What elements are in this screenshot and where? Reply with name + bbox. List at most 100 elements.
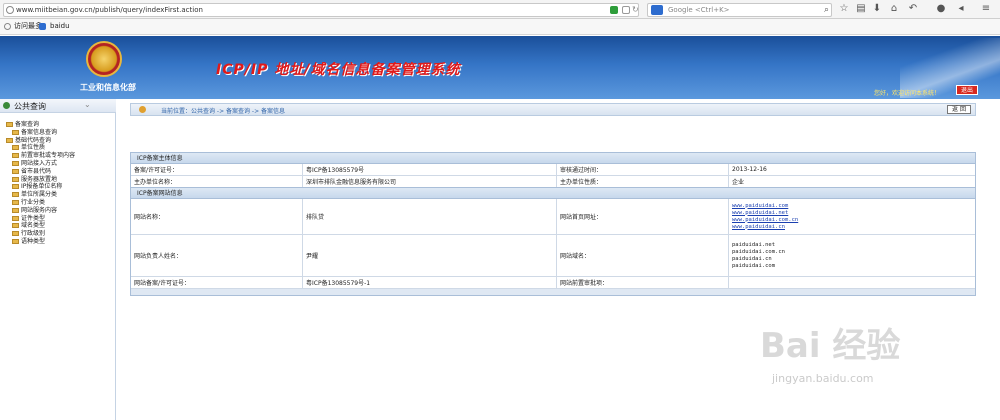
domain-list: paiduidai.net paiduidai.com.cn paiduidai… [729, 235, 975, 276]
license-label: 备案/许可证号： [131, 164, 303, 175]
homepage-link[interactable]: www.paiduidai.com [732, 203, 788, 210]
query-icon [3, 102, 10, 109]
url-text: www.miitbeian.gov.cn/publish/query/index… [16, 6, 203, 14]
sidebar-item-label: 语种类型 [21, 238, 46, 245]
watermark-url: jingyan.baidu.com [772, 372, 874, 385]
sidebar-item[interactable]: 省市县代码 [12, 168, 51, 176]
settings-icon [4, 23, 11, 30]
domain-item: paiduidai.com [732, 262, 776, 269]
search-box[interactable]: Google <Ctrl+K> ⌕ [647, 3, 832, 17]
panel-title: ICP备案主体信息 [131, 153, 975, 164]
site-name-label: 网站名称： [131, 199, 303, 234]
folder-icon [12, 153, 19, 159]
preapproval-label: 网站前置审批项： [557, 277, 729, 288]
sidebar-header[interactable]: 公共查询 ⌄ [0, 99, 116, 113]
search-engine-icon[interactable] [651, 5, 663, 15]
sidebar-item-label: 网站服务内容 [21, 206, 58, 214]
address-bar[interactable]: www.miitbeian.gov.cn/publish/query/index… [3, 3, 639, 17]
site-license-label: 网站备案/许可证号： [131, 277, 303, 288]
sidebar-item-label: IP报备单位名称 [21, 183, 63, 191]
sidebar-item-label: 单位所属分类 [21, 191, 58, 199]
homepage-label: 网站首页网址： [557, 199, 729, 234]
table-row: 网站负责人姓名： 尹耀 网站域名： paiduidai.net paiduida… [131, 235, 975, 277]
sidebar-item[interactable]: 前置审批或专项内容 [12, 152, 75, 160]
sidebar-item[interactable]: 备案查询 [6, 121, 39, 129]
homepage-link[interactable]: www.paiduidai.cn [732, 224, 785, 231]
addon-icon[interactable]: ◂ [955, 3, 967, 15]
folder-icon [12, 184, 19, 190]
site-license-value: 粤ICP备13085579号-1 [303, 277, 557, 288]
breadcrumb: 当前位置：公共查询 -> 备案查询 -> 备案信息 [130, 103, 976, 116]
folder-icon [6, 137, 13, 143]
sidebar-item[interactable]: 网站服务内容 [12, 207, 57, 215]
location-icon [139, 106, 146, 113]
folder-icon [12, 192, 19, 198]
owner-value: 尹耀 [303, 235, 557, 276]
sidebar-item[interactable]: 备案信息查询 [12, 129, 57, 137]
folder-icon [12, 231, 19, 237]
icp-site-panel: ICP备案网站信息 网站名称： 排队贷 网站首页网址： www.paiduida… [130, 187, 976, 296]
clipboard-icon[interactable]: ▤ [855, 3, 867, 15]
sidebar-item-label: 省市县代码 [21, 167, 52, 175]
sidebar-item[interactable]: 行政级别 [12, 230, 45, 238]
shield-icon[interactable] [610, 6, 618, 14]
sidebar-item-label: 单位性质 [21, 144, 46, 152]
collapse-icon[interactable]: ⌄ [84, 100, 91, 109]
sidebar-title: 公共查询 [14, 102, 46, 111]
sidebar-item-label: 备案查询 [15, 121, 40, 128]
preapproval-value [729, 277, 975, 288]
folder-icon [12, 129, 19, 135]
home-icon[interactable]: ⌂ [888, 3, 900, 15]
bookmark-most-visited[interactable]: 访问最多 [14, 19, 42, 34]
sidebar-item-label: 服务器放置地 [21, 175, 58, 183]
sidebar-item-label: 行政级别 [21, 230, 46, 238]
sidebar-item-label: 行业分类 [21, 199, 46, 206]
menu-icon[interactable]: ≡ [980, 3, 992, 15]
ministry-name: 工业和信息化部 [80, 83, 136, 92]
domain-item: paiduidai.net [732, 241, 776, 248]
undo-icon[interactable]: ↶ [907, 3, 919, 15]
national-emblem-icon [86, 41, 122, 77]
owner-label: 网站负责人姓名： [131, 235, 303, 276]
star-icon[interactable]: ☆ [838, 3, 850, 15]
user-icon[interactable]: ● [935, 3, 947, 15]
dropdown-icon[interactable] [622, 6, 630, 14]
sidebar-item[interactable]: 行业分类 [12, 199, 45, 207]
homepage-link[interactable]: www.paiduidai.net [732, 210, 788, 217]
sidebar-item-label: 证件类型 [21, 214, 46, 222]
folder-icon [12, 145, 19, 151]
folder-icon [12, 161, 19, 166]
magnifier-icon[interactable]: ⌕ [824, 4, 829, 16]
folder-icon [6, 122, 13, 127]
sidebar-item-label: 域名类型 [21, 222, 46, 230]
table-row: 网站名称： 排队贷 网站首页网址： www.paiduidai.com www.… [131, 199, 975, 235]
exit-button[interactable]: 退出 [956, 85, 978, 95]
system-title: ICP/IP 地址/域名信息备案管理系统 [216, 62, 461, 78]
breadcrumb-text: 当前位置：公共查询 -> 备案查询 -> 备案信息 [161, 108, 286, 115]
welcome-text: 您好，欢迎访问本系统！ [874, 90, 941, 97]
sidebar-item[interactable]: 网站接入方式 [12, 160, 57, 168]
folder-icon [12, 176, 19, 182]
folder-icon [12, 200, 19, 205]
approval-time-value: 2013-12-16 [732, 166, 767, 173]
sidebar-item[interactable]: 单位所属分类 [12, 191, 57, 199]
baidu-watermark: Bai 经验 [760, 326, 901, 366]
org-name-label: 主办单位名称： [131, 176, 303, 187]
folder-icon [12, 207, 19, 213]
download-icon[interactable]: ⬇ [871, 3, 883, 15]
search-placeholder: Google <Ctrl+K> [668, 6, 730, 14]
sidebar-item[interactable]: 语种类型 [12, 238, 45, 246]
domain-item: paiduidai.com.cn [732, 248, 785, 255]
homepage-link[interactable]: www.paiduidai.com.cn [732, 217, 798, 224]
panel-title: ICP备案网站信息 [131, 188, 975, 199]
site-name-value: 排队贷 [303, 199, 557, 234]
baidu-icon [39, 23, 46, 30]
refresh-icon[interactable]: ↻ [632, 6, 640, 14]
sidebar-item-label: 前置审批或专项内容 [21, 152, 76, 160]
folder-icon [12, 168, 19, 174]
bookmark-baidu[interactable]: baidu [50, 19, 70, 34]
back-button[interactable]: 返 回 [947, 105, 971, 114]
globe-icon [6, 6, 14, 14]
table-row: 备案/许可证号： 粤ICP备13085579号 审核通过时间： 2013-12-… [131, 164, 975, 176]
folder-icon [12, 223, 19, 229]
